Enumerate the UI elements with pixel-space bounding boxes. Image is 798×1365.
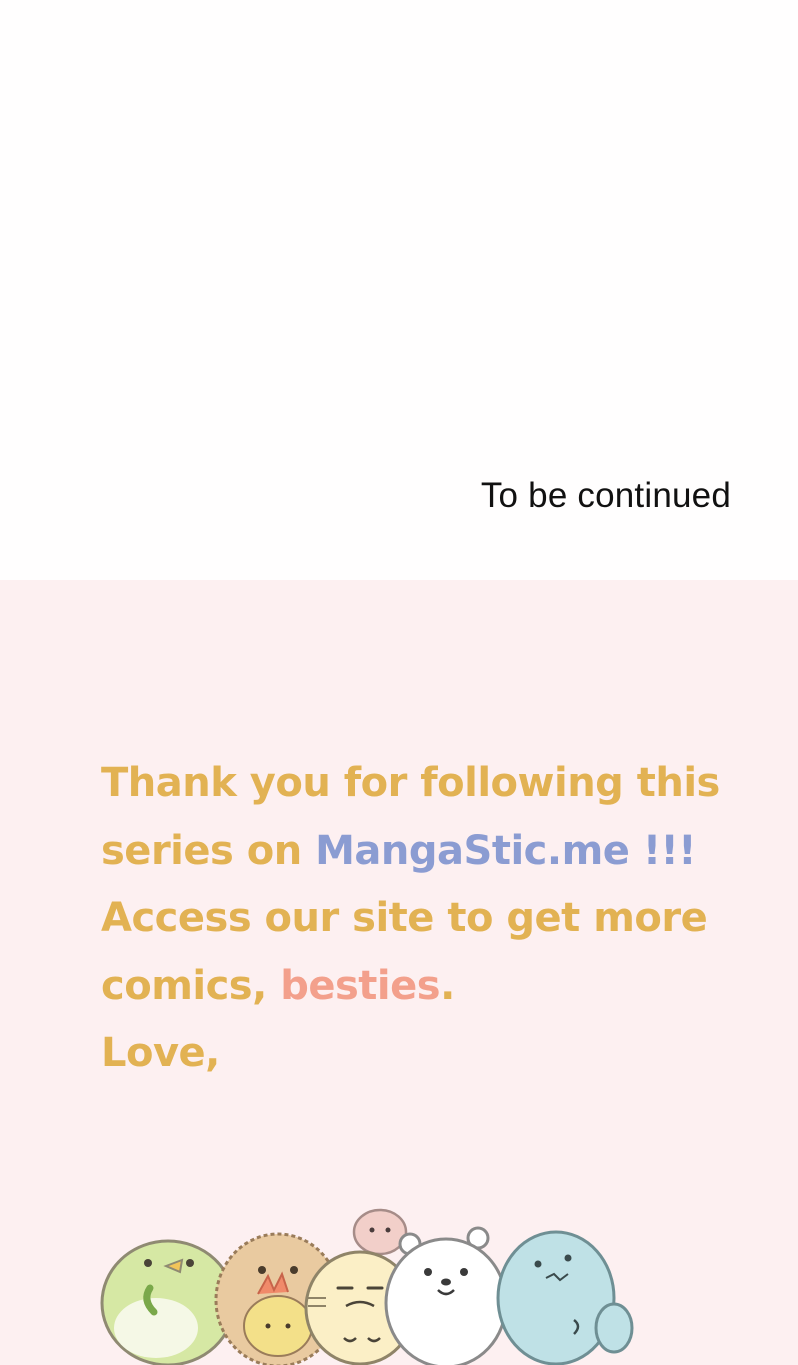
comic-end-panel: To be continued <box>0 0 798 580</box>
thanks-line-5: Love, <box>101 1030 220 1076</box>
thanks-line-3: Access our site to get more <box>101 895 708 941</box>
thanks-line-4: comics, besties. <box>101 953 761 1021</box>
thanks-line-4-suffix: . <box>440 962 455 1009</box>
site-name-link[interactable]: MangaStic.me <box>315 828 630 874</box>
mascot-illustration <box>100 1208 634 1365</box>
green-penguin-mascot <box>100 1239 236 1365</box>
exclamation-text: !!! <box>629 827 697 874</box>
thanks-card: Thank you for following this series on M… <box>0 580 798 1365</box>
polar-bear-mascot <box>384 1226 508 1365</box>
to-be-continued-text: To be continued <box>480 476 731 515</box>
besties-text: besties <box>280 962 441 1009</box>
thanks-message: Thank you for following this series on M… <box>101 750 761 1088</box>
thanks-line-1: Thank you for following this <box>101 760 720 806</box>
small-pink-mascot <box>352 1208 408 1256</box>
thanks-line-2: series on MangaStic.me !!! <box>101 818 761 886</box>
blue-dinosaur-mascot <box>496 1230 634 1365</box>
thanks-line-4-prefix: comics, <box>101 962 281 1009</box>
thanks-line-2-prefix: series on <box>101 827 316 874</box>
